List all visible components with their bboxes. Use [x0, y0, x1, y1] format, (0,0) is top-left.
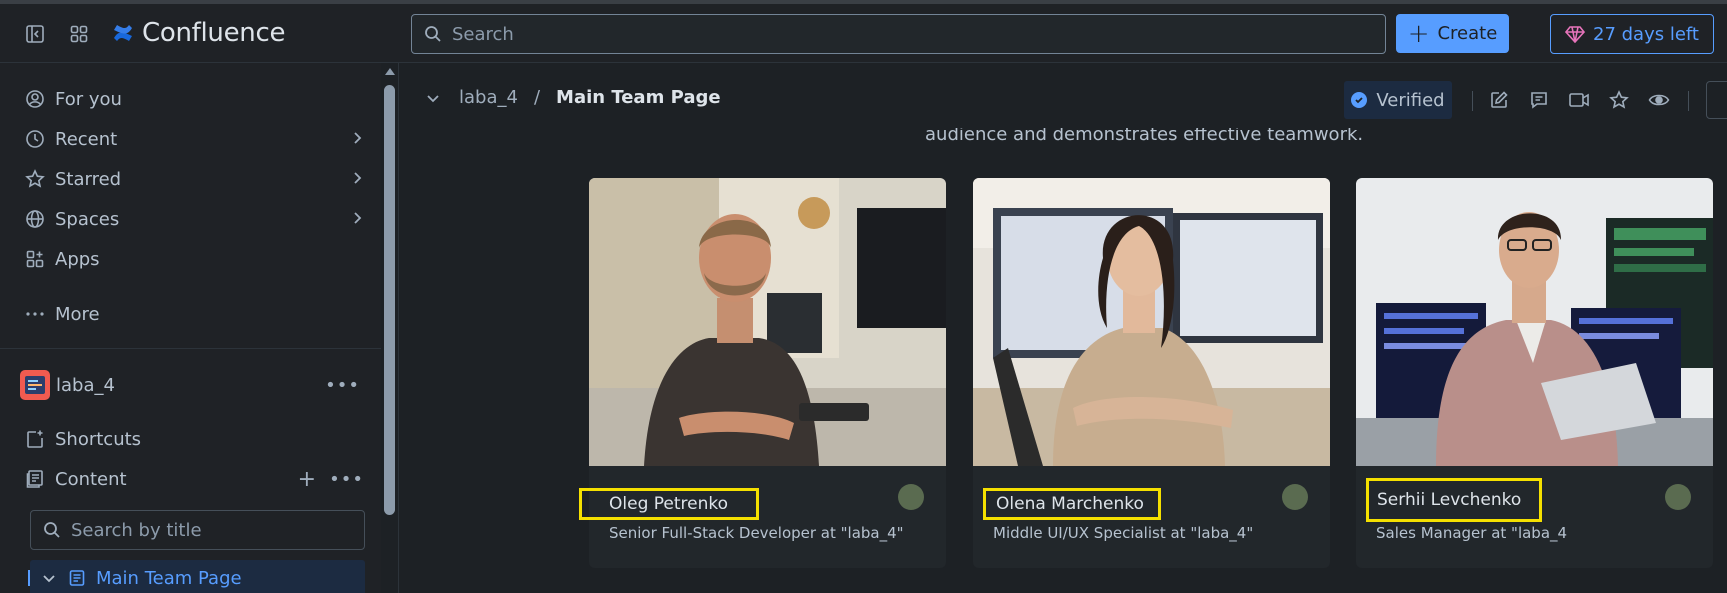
chevron-right-icon[interactable]: [350, 169, 364, 190]
sidebar-item-content[interactable]: Content + •••: [24, 464, 364, 494]
sidebar-item-label: Starred: [55, 168, 122, 190]
breadcrumb-page-title[interactable]: Main Team Page: [556, 87, 721, 108]
gem-icon: [1565, 26, 1585, 43]
sidebar-toggle-icon[interactable]: [24, 23, 46, 45]
globe-icon: [24, 208, 46, 230]
chevron-right-icon[interactable]: [350, 209, 364, 230]
sidebar-item-starred[interactable]: Starred: [24, 164, 364, 194]
page-icon: [68, 569, 86, 587]
team-member-role: Senior Full-Stack Developer at "laba_4": [609, 524, 904, 542]
edit-icon[interactable]: [1488, 89, 1510, 111]
tree-item-main-team-page[interactable]: Main Team Page: [28, 560, 365, 593]
apps-icon: [24, 248, 46, 270]
sidebar-search[interactable]: [30, 510, 365, 550]
sidebar: For you Recent Starred Spaces Apps More …: [0, 63, 381, 593]
sidebar-item-label: Spaces: [55, 208, 120, 230]
search-icon: [425, 26, 441, 42]
top-navigation: Confluence + Create 27 days left: [0, 4, 1727, 63]
trial-button[interactable]: 27 days left: [1550, 14, 1714, 54]
active-indicator: [28, 570, 30, 586]
sidebar-item-label: More: [55, 303, 100, 325]
team-member-card[interactable]: Oleg Petrenko Senior Full-Stack Develope…: [579, 178, 946, 568]
breadcrumb-separator: /: [533, 87, 541, 108]
shortcut-icon: [24, 428, 46, 450]
chevron-down-icon[interactable]: [425, 90, 441, 106]
toolbar-divider: [1472, 91, 1473, 111]
comment-icon[interactable]: [1528, 89, 1550, 111]
team-member-name[interactable]: Olena Marchenko: [983, 488, 1161, 520]
plus-icon: +: [1407, 18, 1430, 49]
title-search-input[interactable]: [71, 519, 351, 541]
verified-check-icon: [1351, 92, 1368, 108]
team-member-role: Middle UI/UX Specialist at "laba_4": [993, 524, 1254, 542]
sidebar-item-shortcuts[interactable]: Shortcuts: [24, 424, 364, 454]
author-avatar[interactable]: [1665, 484, 1691, 510]
team-member-photo: [973, 178, 1330, 466]
team-member-name[interactable]: Oleg Petrenko: [579, 488, 759, 520]
space-name: laba_4: [56, 374, 115, 396]
person-circle-icon: [24, 88, 46, 110]
sidebar-item-apps[interactable]: Apps: [24, 244, 364, 274]
confluence-logo-icon: [114, 25, 132, 41]
team-member-name[interactable]: Serhii Levchenko: [1366, 478, 1542, 522]
search-icon: [44, 522, 60, 538]
toolbar-divider: [1688, 91, 1689, 111]
global-search[interactable]: [411, 14, 1386, 54]
main-content: laba_4 / Main Team Page Verified audienc…: [399, 63, 1727, 593]
tree-item-label: Main Team Page: [96, 567, 242, 589]
sidebar-item-label: Shortcuts: [55, 428, 142, 450]
breadcrumb: laba_4 / Main Team Page: [425, 87, 721, 108]
app-switcher-icon[interactable]: [68, 23, 90, 45]
sidebar-item-more[interactable]: More: [24, 299, 364, 329]
team-member-card[interactable]: Olena Marchenko Middle UI/UX Specialist …: [973, 178, 1330, 568]
team-member-photo: [589, 178, 946, 466]
chevron-down-icon[interactable]: [42, 571, 56, 585]
team-member-card[interactable]: Serhii Levchenko Sales Manager at "laba_…: [1356, 178, 1713, 568]
sidebar-item-recent[interactable]: Recent: [24, 124, 364, 154]
share-button[interactable]: [1706, 81, 1727, 119]
add-content-icon[interactable]: +: [298, 467, 316, 492]
watch-eye-icon[interactable]: [1648, 89, 1670, 111]
sidebar-item-spaces[interactable]: Spaces: [24, 204, 364, 234]
search-input[interactable]: [452, 23, 1352, 45]
confluence-logo[interactable]: Confluence: [112, 18, 285, 48]
sidebar-item-for-you[interactable]: For you: [24, 84, 364, 114]
video-icon[interactable]: [1568, 89, 1590, 111]
sidebar-item-label: Recent: [55, 128, 118, 150]
create-button[interactable]: + Create: [1396, 14, 1509, 53]
space-avatar: [20, 370, 50, 400]
space-header[interactable]: laba_4 •••: [20, 369, 360, 401]
content-icon: [24, 468, 46, 490]
breadcrumb-space-link[interactable]: laba_4: [459, 87, 518, 108]
more-icon: [24, 303, 46, 325]
scroll-thumb[interactable]: [384, 85, 395, 515]
sidebar-item-label: For you: [55, 88, 122, 110]
sidebar-item-label: Apps: [55, 248, 100, 270]
intro-text: audience and demonstrates effective team…: [925, 128, 1364, 145]
create-label: Create: [1437, 23, 1498, 44]
sidebar-item-label: Content: [55, 468, 127, 490]
clock-icon: [24, 128, 46, 150]
chevron-right-icon[interactable]: [350, 129, 364, 150]
sidebar-divider: [0, 348, 381, 349]
author-avatar[interactable]: [898, 484, 924, 510]
app-name: Confluence: [142, 18, 286, 48]
team-member-photo: [1356, 178, 1713, 466]
scroll-up-arrow-icon[interactable]: [385, 68, 395, 75]
trial-label: 27 days left: [1593, 23, 1699, 45]
star-icon: [24, 168, 46, 190]
space-more-icon[interactable]: •••: [325, 375, 360, 396]
team-member-role: Sales Manager at "laba_4: [1376, 524, 1568, 542]
sidebar-scrollbar[interactable]: [381, 63, 399, 593]
author-avatar[interactable]: [1282, 484, 1308, 510]
content-more-icon[interactable]: •••: [329, 469, 364, 490]
verified-badge[interactable]: Verified: [1344, 81, 1452, 119]
star-icon[interactable]: [1608, 89, 1630, 111]
verified-label: Verified: [1376, 89, 1445, 111]
